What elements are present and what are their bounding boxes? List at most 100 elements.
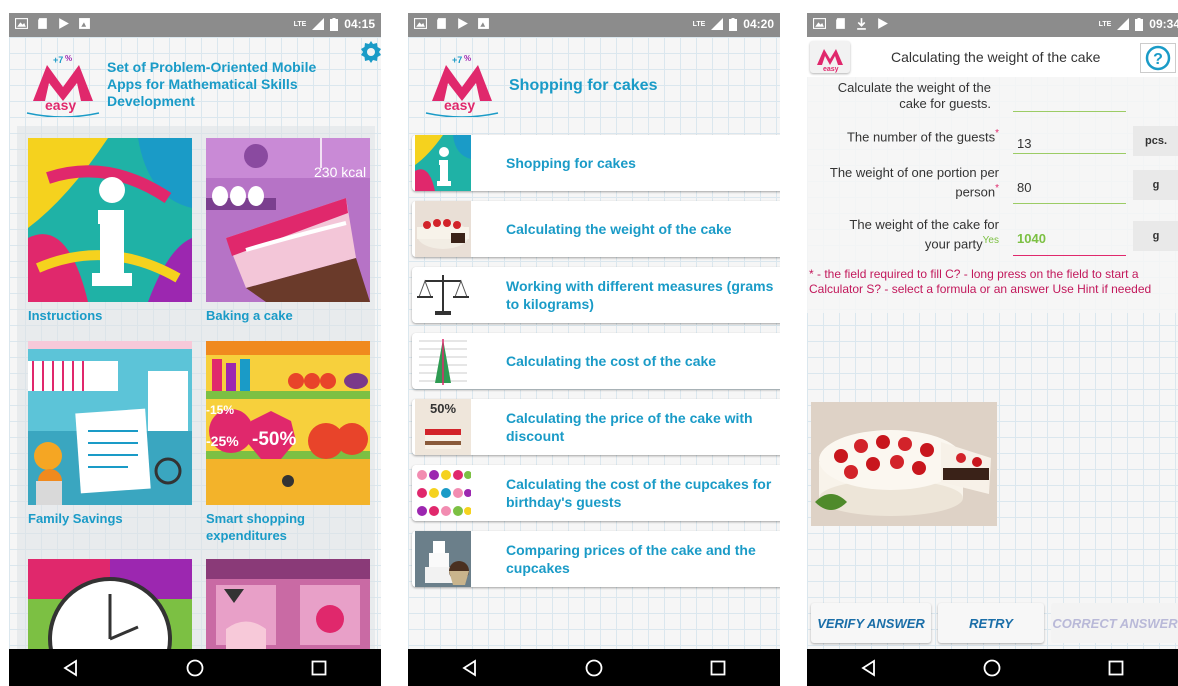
carrier-text: LTE (293, 20, 307, 28)
list-item-label: Calculating the price of the cake with d… (506, 410, 753, 444)
recents-icon[interactable] (310, 659, 328, 677)
calorie-badge: 230 kcal (314, 164, 367, 180)
sd-card-icon (437, 18, 446, 29)
thumb-cupcakes (415, 465, 471, 521)
thumb-scales (415, 267, 471, 323)
carrier-text: LTE (692, 20, 706, 28)
family-savings-image (28, 341, 192, 505)
signal-icon (711, 18, 724, 30)
svg-text:+7: +7 (53, 55, 63, 65)
page-title: Calculating the weight of the cake (891, 49, 1101, 65)
tile-label: Family Savings (28, 511, 123, 526)
clock: 09:34 (1149, 17, 1178, 31)
discount-badge: -50% (252, 429, 297, 450)
status-bar: LTE 04:20 (408, 13, 780, 37)
nav-bar (807, 649, 1178, 686)
list-item-discount-price[interactable]: 50% Calculating the price of the cake wi… (412, 399, 780, 455)
tile-baking-cake[interactable]: 230 kcal Baking a cake (206, 138, 370, 324)
home-icon[interactable] (983, 659, 1001, 677)
discount-badge: -15% (206, 403, 235, 417)
thumb-cost-table (415, 333, 471, 389)
thumb-cake (415, 201, 471, 257)
status-bar: LTE 04:15 (9, 13, 381, 37)
cake-photo-icon (811, 402, 997, 526)
list-item-shopping-for-cakes[interactable]: Shopping for cakes (412, 135, 780, 191)
recents-icon[interactable] (709, 659, 727, 677)
thumb-discount-cake: 50% (415, 399, 471, 455)
cupcakes-thumb-icon (417, 470, 471, 516)
app-logo: +7 % easy (23, 51, 103, 118)
clock: 04:15 (344, 17, 375, 31)
list-item-label: Working with different measures (grams t… (506, 278, 774, 312)
cost-table-thumb-icon (419, 339, 467, 385)
nav-bar (9, 649, 381, 686)
svg-text:+7: +7 (452, 55, 462, 65)
list-item-label: Shopping for cakes (506, 155, 636, 171)
screen-weight-calculation: LTE 09:34 easy Calculating the weight of… (807, 13, 1178, 686)
gear-icon[interactable] (359, 40, 381, 64)
photo-notification-icon (414, 18, 427, 29)
logo-text: easy (45, 97, 77, 113)
tile-family-savings[interactable]: Family Savings (28, 341, 192, 527)
tile-instructions[interactable]: Instructions (28, 138, 192, 324)
svg-text:?: ? (1153, 51, 1163, 68)
status-bar: LTE 09:34 (807, 13, 1178, 37)
back-icon[interactable] (860, 658, 878, 677)
correct-answer-button[interactable]: CORRECT ANSWER (1051, 603, 1178, 643)
help-icon: ? (1145, 45, 1171, 71)
discount-badge: 50% (430, 401, 457, 416)
help-button[interactable]: ? (1140, 43, 1176, 73)
list-item-cupcakes-cost[interactable]: Calculating the cost of the cupcakes for… (412, 465, 780, 521)
svg-text:%: % (464, 54, 471, 63)
portion-input[interactable]: 80 (1017, 180, 1031, 195)
recents-icon[interactable] (1107, 659, 1125, 677)
svg-text:%: % (65, 54, 72, 63)
cake-weight-underline (1013, 255, 1126, 256)
logo-m-icon: easy (817, 49, 843, 73)
list-item-label: Calculating the cost of the cupcakes for… (506, 476, 772, 510)
page-title: Set of Problem-Oriented Mobile Apps for … (107, 59, 317, 109)
thumb-tiered-cake (415, 531, 471, 587)
cake-slice-art-icon (206, 138, 370, 302)
verify-answer-button[interactable]: VERIFY ANSWER (811, 603, 931, 643)
list-item-compare-prices[interactable]: Comparing prices of the cake and the cup… (412, 531, 780, 587)
battery-icon (330, 17, 339, 31)
list-item-weight-of-cake[interactable]: Calculating the weight of the cake (412, 201, 780, 257)
question-answer-underline (1013, 111, 1126, 112)
clock-image (28, 559, 192, 651)
tile-cake-shop[interactable] (206, 559, 370, 651)
clock: 04:20 (743, 17, 774, 31)
battery-icon (1135, 17, 1144, 31)
smart-shopping-image: -15% -25% -50% (206, 341, 370, 505)
home-icon[interactable] (585, 659, 603, 677)
portion-underline (1013, 203, 1126, 204)
cake-weight-input[interactable]: 1040 (1017, 231, 1046, 246)
guests-unit: pcs. (1133, 126, 1178, 156)
tile-clock[interactable] (28, 559, 192, 651)
instructions-thumb-icon (415, 135, 471, 191)
tile-smart-shopping[interactable]: -15% -25% -50% Smart shopping expenditur… (206, 341, 370, 544)
screen-shopping-list: LTE 04:20 +7 % easy Shopping for cakes S… (408, 13, 780, 686)
logo-button[interactable]: easy (810, 41, 850, 73)
list-item-measures[interactable]: Working with different measures (grams t… (412, 267, 780, 323)
discount-badge: -25% (206, 433, 239, 449)
nav-bar (408, 649, 780, 686)
play-store-icon (458, 18, 468, 29)
retry-button[interactable]: RETRY (938, 603, 1044, 643)
home-icon[interactable] (186, 659, 204, 677)
back-icon[interactable] (461, 658, 479, 677)
tile-label: Baking a cake (206, 308, 293, 323)
savings-art-icon (28, 341, 192, 505)
guests-input[interactable]: 13 (1017, 136, 1031, 151)
cake-weight-unit: g (1133, 221, 1178, 251)
logo-text: easy (823, 66, 839, 73)
baking-cake-image: 230 kcal (206, 138, 370, 302)
carrier-text: LTE (1098, 20, 1112, 28)
verified-tag: Yes (982, 235, 999, 246)
logo-text: easy (444, 97, 476, 113)
back-icon[interactable] (62, 658, 80, 677)
signal-icon (312, 18, 325, 30)
field-label-cake-weight: The weight of the cake for your partyYes (849, 217, 999, 252)
hint-text: * - the field required to fill C? - long… (809, 267, 1152, 296)
list-item-cost-of-cake[interactable]: Calculating the cost of the cake (412, 333, 780, 389)
